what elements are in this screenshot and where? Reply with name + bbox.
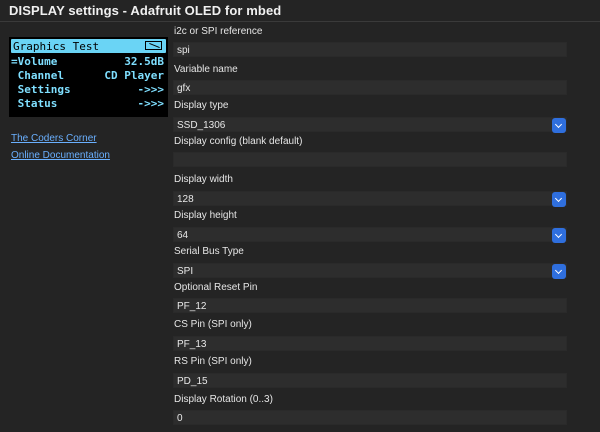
oled-row-value: 32.5dB	[124, 55, 164, 68]
chevron-down-icon[interactable]	[552, 118, 566, 133]
window-title: DISPLAY settings - Adafruit OLED for mbe…	[9, 3, 282, 18]
cs-pin-input[interactable]: PF_13	[173, 336, 567, 351]
variable-name-input[interactable]: gfx	[173, 80, 567, 95]
display-width-label: Display width	[174, 174, 233, 185]
title-divider	[0, 21, 600, 22]
oled-header-bar: Graphics Test	[11, 39, 166, 53]
oled-row-label: =Volume	[11, 55, 58, 68]
oled-row-label: Status	[11, 97, 58, 110]
rotation-label: Display Rotation (0..3)	[174, 394, 273, 405]
oled-row-settings: Settings ->>>	[11, 83, 166, 96]
reset-pin-label: Optional Reset Pin	[174, 282, 258, 293]
oled-preview: Graphics Test =Volume 32.5dB Channel CD …	[9, 37, 168, 117]
chevron-down-icon[interactable]	[552, 228, 566, 243]
display-height-label: Display height	[174, 210, 237, 221]
oled-row-label: Settings	[11, 83, 71, 96]
rotation-input[interactable]: 0	[173, 410, 567, 425]
online-docs-link[interactable]: Online Documentation	[11, 150, 110, 161]
oled-row-value: ->>>	[137, 97, 165, 110]
variable-name-label: Variable name	[174, 64, 238, 75]
link-group: The Coders Corner	[11, 133, 97, 144]
oled-row-value: ->>>	[137, 83, 165, 96]
serial-bus-type-select[interactable]: SPI	[173, 263, 567, 279]
i2c-spi-ref-label: i2c or SPI reference	[174, 26, 263, 37]
oled-row-status: Status ->>>	[11, 97, 166, 110]
display-config-label: Display config (blank default)	[174, 136, 303, 147]
chevron-down-icon[interactable]	[552, 192, 566, 207]
screen-icon	[145, 41, 162, 50]
oled-row-channel: Channel CD Player	[11, 69, 166, 82]
display-type-value: SSD_1306	[177, 120, 226, 131]
rs-pin-label: RS Pin (SPI only)	[174, 356, 252, 367]
serial-bus-type-label: Serial Bus Type	[174, 246, 244, 257]
display-type-select[interactable]: SSD_1306	[173, 117, 567, 133]
oled-row-volume: =Volume 32.5dB	[11, 55, 166, 68]
display-config-input[interactable]	[173, 152, 567, 167]
i2c-spi-ref-input[interactable]: spi	[173, 42, 567, 57]
oled-row-label: Channel	[11, 69, 64, 82]
serial-bus-type-value: SPI	[177, 266, 194, 277]
display-width-select[interactable]: 128	[173, 191, 567, 207]
display-width-value: 128	[177, 194, 194, 205]
coders-corner-link[interactable]: The Coders Corner	[11, 133, 97, 144]
link-group: Online Documentation	[11, 150, 110, 161]
rs-pin-input[interactable]: PD_15	[173, 373, 567, 388]
reset-pin-input[interactable]: PF_12	[173, 298, 567, 313]
cs-pin-label: CS Pin (SPI only)	[174, 319, 252, 330]
oled-row-value: CD Player	[104, 69, 164, 82]
oled-header-text: Graphics Test	[13, 40, 100, 53]
display-type-label: Display type	[174, 100, 229, 111]
display-height-select[interactable]: 64	[173, 227, 567, 243]
chevron-down-icon[interactable]	[552, 264, 566, 279]
display-height-value: 64	[177, 230, 189, 241]
